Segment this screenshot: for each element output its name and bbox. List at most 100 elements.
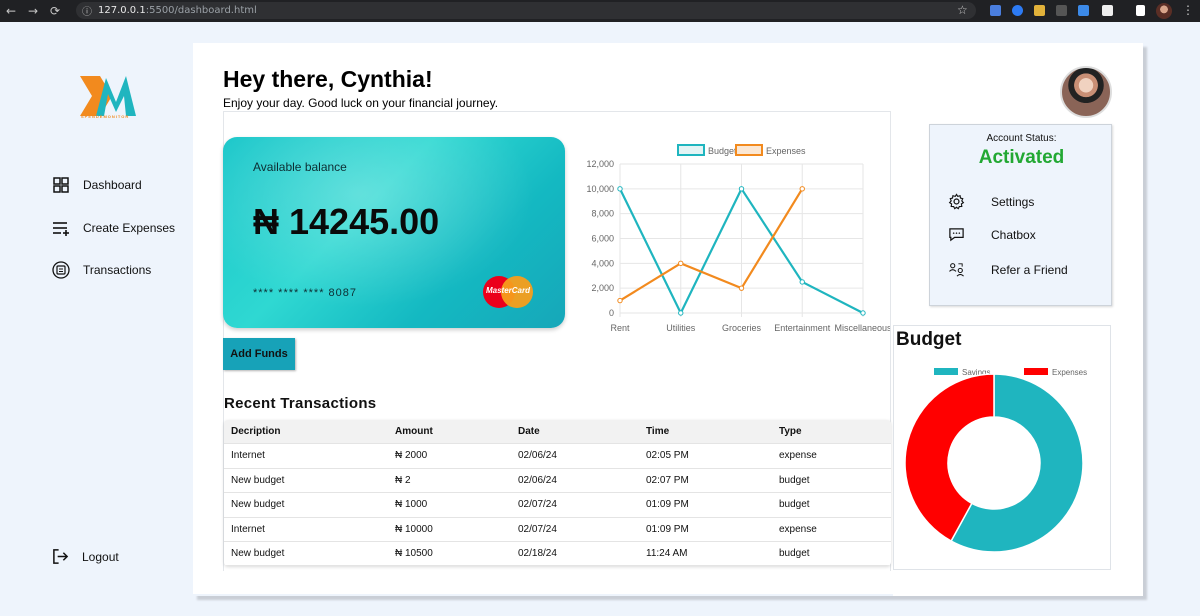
browser-menu-icon[interactable]: ⋮: [1182, 3, 1194, 17]
account-status-value: Activated: [978, 147, 1065, 168]
side-panel-icon[interactable]: [1136, 5, 1145, 16]
x-tick-label: Utilities: [666, 323, 696, 333]
logout-button[interactable]: Logout: [52, 548, 119, 565]
y-tick-label: 10,000: [586, 184, 614, 194]
profile-avatar-icon[interactable]: [1156, 3, 1172, 19]
x-tick-label: Miscellaneous: [834, 323, 890, 333]
chatbox-label: Chatbox: [991, 227, 1036, 242]
column-header: Time: [646, 426, 670, 437]
budget-title: Budget: [896, 329, 962, 350]
cell-description: Internet: [231, 523, 265, 535]
cell-description: New budget: [231, 474, 285, 486]
site-info-icon[interactable]: ⓘ: [82, 3, 92, 18]
card-balance-value: ₦ 14245.00: [253, 201, 440, 242]
y-tick-label: 6,000: [591, 234, 614, 244]
x-tick-label: Rent: [610, 323, 630, 333]
gear-icon: [948, 193, 965, 210]
table-row[interactable]: New budget ₦ 1000 02/07/24 01:09 PM budg…: [224, 493, 891, 518]
extension-icon[interactable]: [1056, 5, 1067, 16]
cell-amount: ₦ 10000: [395, 523, 433, 535]
cell-date: 02/06/24: [518, 474, 557, 486]
grid-icon: [53, 177, 69, 193]
data-point: [738, 186, 745, 192]
legend-label: Budget: [708, 146, 737, 156]
table-row[interactable]: Internet ₦ 2000 02/06/24 02:05 PM expens…: [224, 444, 891, 469]
cell-time: 01:09 PM: [646, 523, 689, 535]
sidebar-item-transactions[interactable]: Transactions: [52, 261, 151, 279]
refer-friend-label: Refer a Friend: [991, 262, 1068, 277]
y-tick-label: 2,000: [591, 283, 614, 293]
y-tick-label: 8,000: [591, 209, 614, 219]
cell-type: budget: [779, 474, 810, 486]
transactions-icon: [52, 261, 70, 279]
address-bar[interactable]: ⓘ 127.0.0.1 :5500/dashboard.html: [76, 2, 976, 19]
legend-swatch: [735, 144, 763, 156]
extension-icon[interactable]: [1012, 5, 1023, 16]
refer-friend-icon: [949, 263, 964, 277]
page-title: Hey there, Cynthia!: [223, 66, 433, 92]
budget-expenses-line-chart: 0 2,000 4,000 6,000 8,000 10,000 12,000 Rent Uti…: [586, 144, 890, 333]
sidebar-item-label: Dashboard: [83, 178, 142, 192]
budget-panel: Budget Savings Expenses: [893, 325, 1111, 570]
forward-icon[interactable]: →: [22, 0, 44, 22]
cell-description: New budget: [231, 499, 285, 511]
account-status-box: Account Status: Activated Settings Chatb…: [929, 124, 1112, 306]
extension-icon[interactable]: [1078, 5, 1089, 16]
sidebar-item-create-expenses[interactable]: Create Expenses: [52, 219, 175, 237]
cell-type: expense: [779, 523, 817, 535]
back-icon[interactable]: ←: [0, 0, 22, 22]
cell-date: 02/18/24: [518, 547, 557, 559]
spendemonitor-logo: [80, 76, 136, 116]
card-balance-label: Available balance: [253, 160, 347, 174]
budget-donut-chart: Savings Expenses: [904, 368, 1087, 553]
cell-time: 01:09 PM: [646, 499, 689, 511]
cell-amount: ₦ 10500: [395, 547, 433, 559]
y-tick-label: 0: [609, 308, 614, 318]
cell-date: 02/07/24: [518, 523, 557, 535]
transactions-table: Decription Amount Date Time Type Interne…: [224, 420, 891, 567]
data-point: [617, 297, 623, 304]
mastercard-logo: MasterCard: [483, 276, 533, 308]
refer-friend-link[interactable]: Refer a Friend: [948, 261, 1068, 278]
extensions-puzzle-icon[interactable]: [1102, 5, 1113, 16]
sidebar-item-dashboard[interactable]: Dashboard: [52, 176, 142, 194]
cell-date: 02/07/24: [518, 499, 557, 511]
reload-icon[interactable]: ⟳: [44, 0, 66, 22]
y-tick-label: 4,000: [591, 258, 614, 268]
x-tick-label: Groceries: [722, 323, 762, 333]
add-funds-button[interactable]: Add Funds: [223, 338, 295, 370]
recent-transactions-title: Recent Transactions: [224, 395, 377, 412]
legend-swatch: [677, 144, 705, 156]
data-point: [678, 310, 684, 316]
y-tick-label: 12,000: [586, 159, 614, 169]
table-row[interactable]: New budget ₦ 2 02/06/24 02:07 PM budget: [224, 469, 891, 494]
mastercard-text: MasterCard: [485, 286, 530, 295]
table-row[interactable]: Internet ₦ 10000 02/07/24 01:09 PM expen…: [224, 518, 891, 542]
settings-link[interactable]: Settings: [948, 193, 1034, 210]
chatbox-link[interactable]: Chatbox: [948, 226, 1036, 243]
translate-extension-icon[interactable]: [990, 5, 1001, 16]
logo-text: SPENDEMONITOR: [81, 114, 130, 119]
cell-type: budget: [779, 547, 810, 559]
cell-description: New budget: [231, 547, 285, 559]
legend-label: Expenses: [1052, 368, 1087, 377]
sidebar-item-label: Transactions: [83, 263, 152, 277]
avatar[interactable]: [1060, 66, 1112, 118]
x-tick-label: Entertainment: [774, 323, 831, 333]
column-header: Decription: [231, 426, 281, 437]
extension-icon[interactable]: [1034, 5, 1045, 16]
column-header: Amount: [395, 426, 433, 437]
chat-icon: [949, 228, 964, 242]
cell-time: 02:07 PM: [646, 474, 689, 486]
column-header: Date: [518, 426, 540, 437]
cell-date: 02/06/24: [518, 450, 557, 462]
table-row[interactable]: New budget ₦ 10500 02/18/24 11:24 AM bud…: [224, 542, 891, 567]
logout-label: Logout: [82, 549, 119, 564]
data-point: [799, 279, 805, 285]
page-subtitle: Enjoy your day. Good luck on your financ…: [223, 96, 499, 110]
legend-swatch: [1024, 368, 1048, 375]
cell-amount: ₦ 1000: [395, 499, 428, 511]
cell-time: 11:24 AM: [646, 547, 688, 559]
bookmark-star-icon[interactable]: ☆: [957, 3, 968, 17]
table-header-row: Decription Amount Date Time Type: [224, 420, 891, 445]
